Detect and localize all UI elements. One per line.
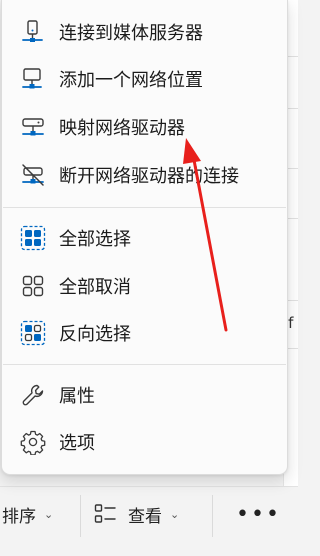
menu-item-label: 断开网络驱动器的连接: [59, 166, 239, 187]
menu-item-properties[interactable]: 属性: [5, 372, 284, 418]
more-icon: •••: [236, 501, 281, 527]
menu-item-disconnect-network-drive[interactable]: 断开网络驱动器的连接: [5, 152, 284, 198]
command-separator: [212, 495, 213, 537]
menu-item-label: 映射网络驱动器: [59, 118, 185, 139]
menu-item-options[interactable]: 选项: [5, 419, 284, 465]
menu-item-connect-media-server[interactable]: 连接到媒体服务器: [5, 9, 284, 55]
command-separator: [80, 495, 81, 537]
chevron-down-icon: ⌄: [170, 507, 180, 521]
menu-item-add-network-location[interactable]: 添加一个网络位置: [5, 56, 284, 102]
disconnect-network-drive-icon: [19, 161, 47, 189]
menu-item-label: 连接到媒体服务器: [59, 23, 203, 44]
invert-selection-icon: [19, 319, 47, 347]
view-button[interactable]: 查看 ⌄: [94, 487, 179, 541]
map-network-drive-icon: [19, 113, 47, 141]
media-server-icon: [19, 18, 47, 46]
menu-item-label: 选项: [59, 433, 95, 454]
sort-button[interactable]: 排序 ⌄: [0, 487, 53, 541]
gear-icon: [19, 428, 47, 456]
wrench-icon: [19, 381, 47, 409]
select-all-icon: [19, 224, 47, 252]
context-menu: 连接到媒体服务器 添加一个网络位置 映射网络驱动器 断开网络驱动器的连接 全部选…: [1, 0, 288, 475]
menu-item-map-network-drive[interactable]: 映射网络驱动器: [5, 104, 284, 150]
menu-item-label: 全部选择: [59, 229, 131, 250]
menu-item-label: 全部取消: [59, 277, 131, 298]
command-bar: 排序 ⌄ 查看 ⌄ •••: [0, 486, 298, 556]
menu-item-select-none[interactable]: 全部取消: [5, 263, 284, 309]
network-location-icon: [19, 65, 47, 93]
menu-item-label: 反向选择: [59, 324, 131, 345]
menu-separator: [3, 364, 286, 365]
select-none-icon: [19, 272, 47, 300]
menu-item-invert-selection[interactable]: 反向选择: [5, 310, 284, 356]
chevron-down-icon: ⌄: [44, 507, 54, 521]
menu-item-label: 属性: [59, 386, 95, 407]
view-layout-icon: [94, 503, 116, 525]
menu-item-label: 添加一个网络位置: [59, 70, 203, 91]
view-label: 查看: [128, 506, 162, 527]
menu-item-select-all[interactable]: 全部选择: [5, 215, 284, 261]
more-options-button[interactable]: •••: [236, 487, 281, 541]
menu-separator: [3, 207, 286, 208]
sort-label: 排序: [2, 506, 36, 527]
